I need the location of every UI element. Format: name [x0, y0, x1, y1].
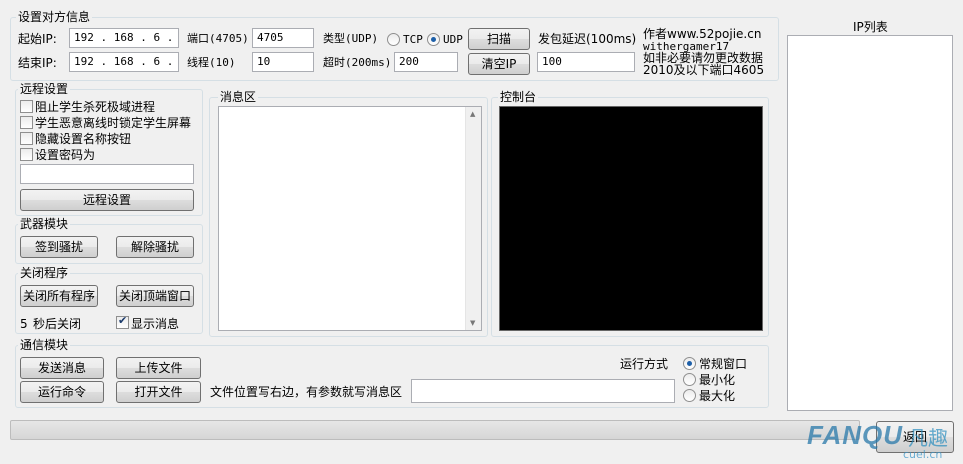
close-top-window-button[interactable]: 关闭顶端窗口: [116, 285, 194, 307]
clear-ip-button[interactable]: 清空IP: [468, 53, 530, 75]
target-settings-title: 设置对方信息: [16, 10, 93, 24]
udp-radio[interactable]: [427, 33, 440, 46]
release-harass-button[interactable]: 解除骚扰: [116, 236, 194, 258]
delay-label: 发包延迟(100ms): [538, 32, 637, 46]
scroll-down-icon[interactable]: ▼: [470, 319, 475, 327]
start-ip-label: 起始IP:: [18, 32, 57, 46]
thread-label: 线程(10): [187, 56, 236, 69]
timeout-input[interactable]: 200: [394, 52, 458, 72]
run-mode-normal-radio[interactable]: [683, 357, 696, 370]
return-button[interactable]: 返回: [876, 421, 954, 453]
tcp-label: TCP: [403, 33, 423, 46]
show-message-checkbox[interactable]: [116, 314, 129, 329]
end-ip-octet-2: 168: [113, 55, 134, 68]
run-mode-maximized-label: 最大化: [699, 389, 736, 403]
thread-input[interactable]: 10: [252, 52, 314, 72]
ip-list-box[interactable]: [787, 35, 953, 411]
block-kill-label: 阻止学生杀死极域进程: [35, 100, 156, 114]
message-area-title: 消息区: [218, 90, 259, 104]
start-ip-octet-3: 6: [153, 31, 161, 44]
set-password-label: 设置密码为: [35, 148, 96, 162]
upload-file-button[interactable]: 上传文件: [116, 357, 201, 379]
set-password-checkbox[interactable]: [20, 148, 33, 161]
progress-bar: [10, 420, 860, 440]
weapon-title: 武器模块: [18, 217, 71, 231]
remote-settings-button[interactable]: 远程设置: [20, 189, 194, 211]
open-file-button[interactable]: 打开文件: [116, 381, 201, 403]
show-message-label: 显示消息: [131, 317, 180, 331]
remote-settings-title: 远程设置: [18, 82, 71, 96]
author-line-4: 2010及以下端口4605: [643, 63, 765, 77]
tcp-radio[interactable]: [387, 33, 400, 46]
lock-screen-label: 学生恶意离线时锁定学生屏幕: [35, 116, 192, 130]
start-ip-octet-2: 168: [113, 31, 134, 44]
console-title: 控制台: [498, 90, 539, 104]
run-mode-minimized-radio[interactable]: [683, 373, 696, 386]
run-mode-minimized-label: 最小化: [699, 373, 736, 387]
start-ip-octet-1: 192: [74, 31, 94, 44]
ip-list-title: IP列表: [853, 20, 888, 34]
hide-button-label: 隐藏设置名称按钮: [35, 132, 132, 146]
block-kill-checkbox[interactable]: [20, 100, 33, 113]
scan-button[interactable]: 扫描: [468, 28, 530, 50]
delay-input[interactable]: 100: [537, 52, 635, 72]
end-ip-octet-1: 192: [74, 55, 94, 68]
end-ip-label: 结束IP:: [18, 56, 57, 70]
close-delay-label: 秒后关闭: [33, 317, 82, 331]
communication-title: 通信模块: [18, 338, 71, 352]
close-all-button[interactable]: 关闭所有程序: [20, 285, 98, 307]
end-ip-field[interactable]: 192 . 168 . 6 . 255: [69, 52, 179, 72]
run-mode-normal-label: 常规窗口: [699, 357, 748, 371]
end-ip-octet-3: 6: [153, 55, 161, 68]
file-path-input[interactable]: [411, 379, 675, 403]
run-mode-maximized-radio[interactable]: [683, 389, 696, 402]
close-delay-value[interactable]: 5: [20, 317, 28, 331]
send-message-button[interactable]: 发送消息: [20, 357, 104, 379]
message-scrollbar[interactable]: ▲ ▼: [465, 107, 481, 330]
start-ip-field[interactable]: 192 . 168 . 6 . 1: [69, 28, 179, 48]
scroll-up-icon[interactable]: ▲: [470, 110, 475, 118]
password-input[interactable]: [20, 164, 194, 184]
close-program-title: 关闭程序: [18, 266, 71, 280]
run-mode-label: 运行方式: [620, 357, 669, 371]
type-label: 类型(UDP): [323, 32, 379, 45]
sign-in-harass-button[interactable]: 签到骚扰: [20, 236, 98, 258]
udp-label: UDP: [443, 33, 463, 46]
port-label: 端口(4705): [187, 32, 249, 45]
port-input[interactable]: 4705: [252, 28, 314, 48]
run-command-button[interactable]: 运行命令: [20, 381, 104, 403]
lock-screen-checkbox[interactable]: [20, 116, 33, 129]
message-textarea[interactable]: ▲ ▼: [218, 106, 482, 331]
author-line-1: 作者www.52pojie.cn: [643, 27, 762, 41]
hide-button-checkbox[interactable]: [20, 132, 33, 145]
file-location-hint: 文件位置写右边，有参数就写消息区: [210, 385, 403, 399]
console-panel[interactable]: [499, 106, 763, 331]
timeout-label: 超时(200ms): [323, 56, 392, 69]
